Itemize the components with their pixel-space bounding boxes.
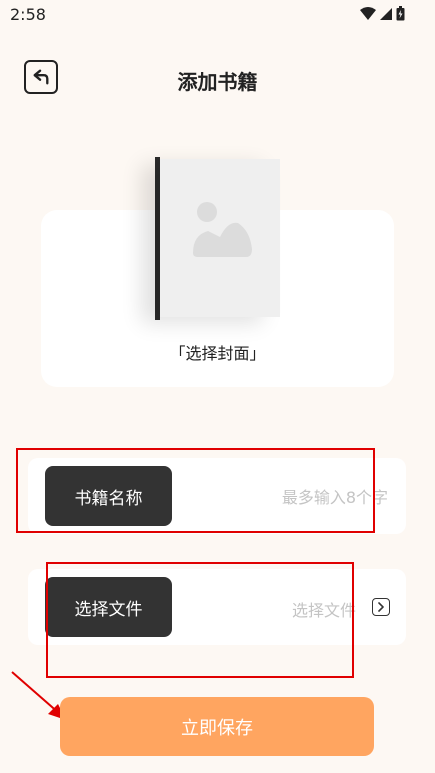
page-title: 添加书籍 [177, 70, 258, 94]
cover-picker[interactable] [155, 157, 280, 320]
status-time: 2:58 [10, 5, 46, 24]
status-icons [360, 6, 405, 21]
battery-icon [396, 6, 405, 21]
book-name-input[interactable] [186, 480, 390, 514]
file-select-row[interactable]: 选择文件 选择文件 [28, 569, 406, 645]
book-name-row: 书籍名称 [28, 458, 406, 534]
book-name-label: 书籍名称 [45, 466, 172, 526]
header: 添加书籍 [0, 56, 435, 104]
cover-label[interactable]: 「选择封面」 [41, 340, 394, 364]
status-bar: 2:58 [0, 0, 435, 30]
wifi-icon [360, 6, 376, 20]
chevron-right-icon[interactable] [372, 598, 390, 616]
signal-icon [380, 7, 392, 20]
book-cover-placeholder [160, 159, 280, 317]
image-placeholder-icon [193, 202, 252, 257]
file-select-hint[interactable]: 选择文件 [292, 597, 356, 621]
save-button[interactable]: 立即保存 [60, 697, 374, 756]
file-select-label: 选择文件 [45, 577, 172, 637]
